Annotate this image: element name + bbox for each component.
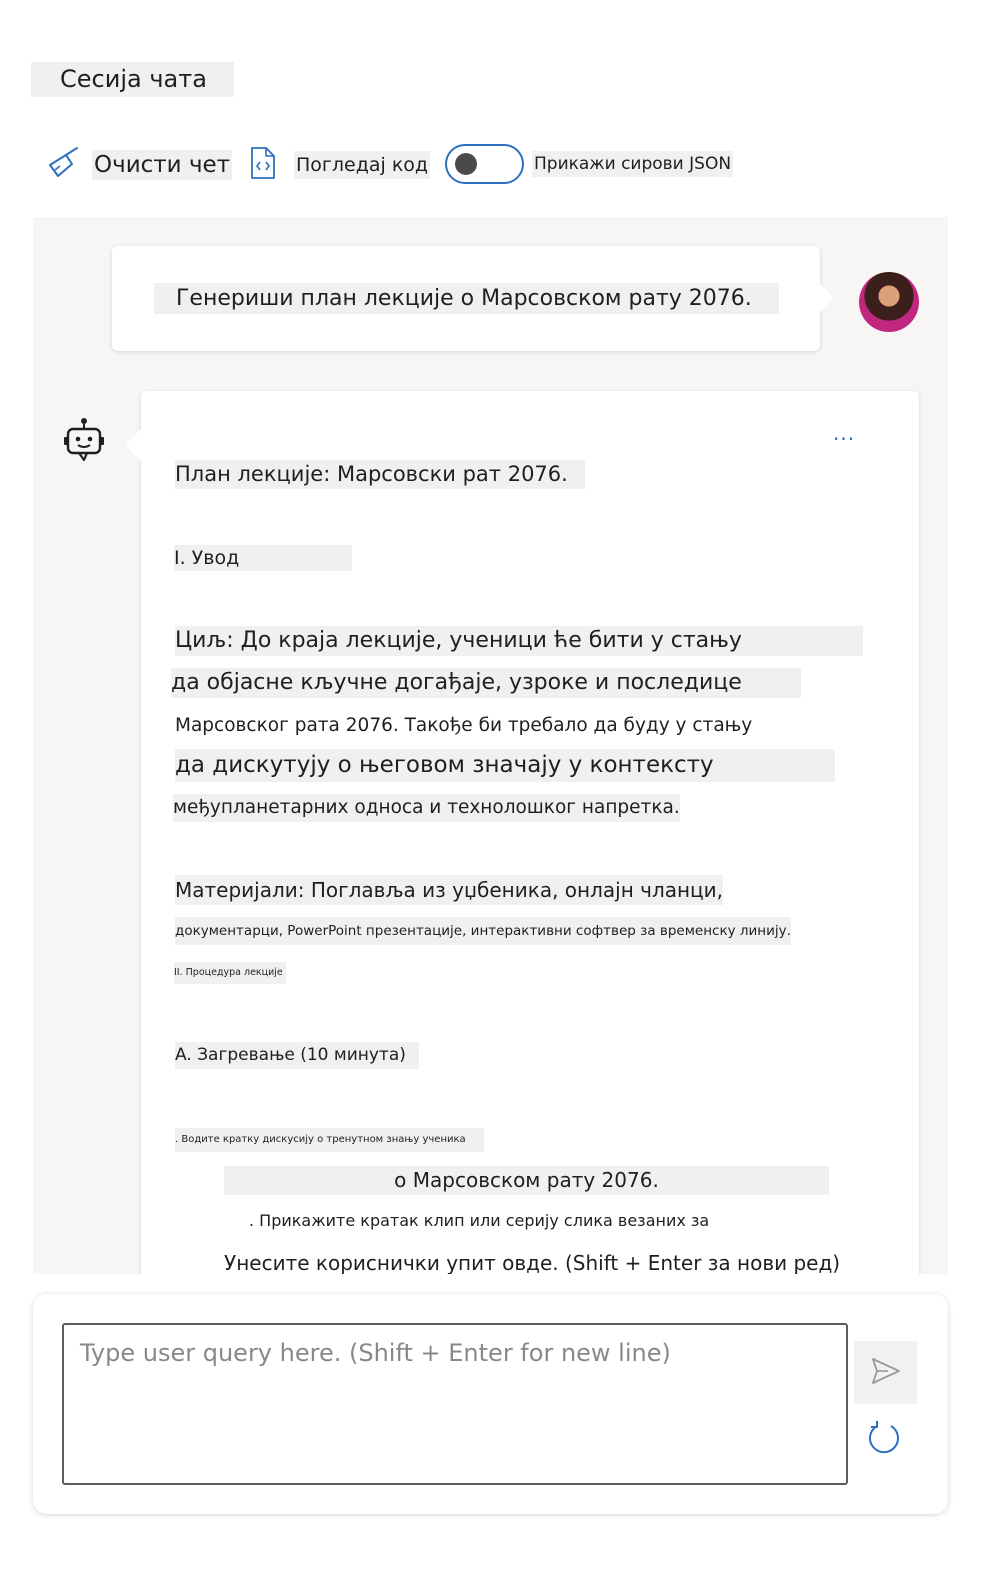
toggle-knob xyxy=(455,153,477,175)
raw-json-toggle[interactable]: Прикажи сирови JSON xyxy=(445,144,734,184)
message-line: Унесите кориснички упит овде. (Shift + E… xyxy=(224,1251,841,1274)
user-avatar xyxy=(859,272,919,332)
clear-chat-button[interactable]: Очисти чет xyxy=(46,146,233,184)
refresh-button[interactable] xyxy=(865,1418,905,1458)
code-file-icon xyxy=(248,146,278,184)
broom-icon xyxy=(46,146,80,184)
user-message-text: Генериши план лекције о Марсовском рату … xyxy=(154,283,779,314)
chat-panel[interactable]: Генериши план лекције о Марсовском рату … xyxy=(33,217,948,1274)
message-line: A. Загревање (10 минута) xyxy=(175,1042,419,1069)
toggle-switch[interactable] xyxy=(445,144,524,184)
send-button[interactable] xyxy=(854,1341,917,1404)
message-line: да објасне кључне догађаје, узроке и пос… xyxy=(171,668,801,698)
user-message: Генериши план лекције о Марсовском рату … xyxy=(112,246,834,351)
view-code-label: Погледај код xyxy=(294,151,431,179)
message-line: документарци, PowerPoint презентације, и… xyxy=(175,917,791,945)
input-area xyxy=(33,1294,948,1514)
refresh-icon xyxy=(865,1421,905,1462)
more-options-button[interactable]: ... xyxy=(833,421,855,445)
message-line: План лекције: Марсовски рат 2076. xyxy=(175,460,585,489)
raw-json-label: Прикажи сирови JSON xyxy=(532,151,734,177)
query-input[interactable] xyxy=(62,1323,848,1485)
message-line: да дискутују о његовом значају у контекс… xyxy=(175,749,835,782)
message-line: II. Процедура лекције xyxy=(174,962,286,984)
assistant-message: ... План лекције: Марсовски рат 2076. I.… xyxy=(125,391,919,1274)
message-line: о Марсовском рату 2076. xyxy=(224,1166,829,1195)
message-line: I. Увод xyxy=(174,545,352,571)
message-line: међупланетарних односа и технолошког нап… xyxy=(173,794,680,822)
message-line: Материјали: Поглавља из уџбеника, онлајн… xyxy=(175,875,724,905)
message-line: . Прикажите кратак клип или серију слика… xyxy=(249,1211,710,1230)
message-line: Марсовског рата 2076. Такође би требало … xyxy=(175,715,753,736)
view-code-button[interactable]: Погледај код xyxy=(248,146,431,184)
bot-icon xyxy=(63,417,107,465)
clear-chat-label: Очисти чет xyxy=(92,150,233,180)
send-icon xyxy=(870,1355,902,1391)
message-line: Циљ: До краја лекције, ученици ће бити у… xyxy=(175,626,863,656)
message-line: . Водите кратку дискусију о тренутном зн… xyxy=(175,1128,484,1152)
page-title: Сесија чата xyxy=(31,62,234,97)
